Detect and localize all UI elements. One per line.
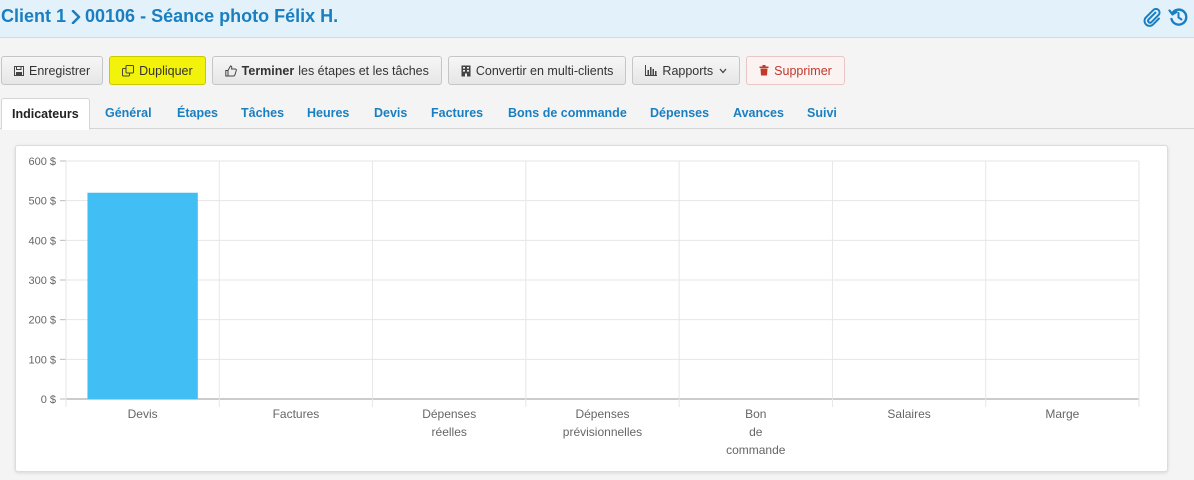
x-tick-label: Marge <box>1045 407 1079 421</box>
history-icon[interactable] <box>1168 6 1188 28</box>
thumbs-up-icon <box>224 64 237 77</box>
x-tick-label: Devis <box>128 407 158 421</box>
breadcrumb: Client 1 00106 - Séance photo Félix H. <box>1 6 338 27</box>
duplicate-label: Dupliquer <box>139 63 193 78</box>
tab-bons-de-commande[interactable]: Bons de commande <box>508 98 627 129</box>
save-label: Enregistrer <box>29 63 91 78</box>
tab-heures[interactable]: Heures <box>307 98 349 129</box>
save-button[interactable]: Enregistrer <box>1 56 104 85</box>
trash-icon <box>759 65 769 76</box>
y-tick-label: 600 $ <box>28 156 56 168</box>
tab-general[interactable]: Général <box>105 98 152 129</box>
tab-taches[interactable]: Tâches <box>241 98 284 129</box>
tab-indicateurs[interactable]: Indicateurs <box>1 98 90 130</box>
tab-avances[interactable]: Avances <box>733 98 784 129</box>
convert-label: Convertir en multi-clients <box>475 63 614 78</box>
tab-etapes[interactable]: Étapes <box>177 98 218 129</box>
indicators-panel: 0 $ 100 $ 200 $ 300 $ 400 $ 500 $ 600 $ Devis Fa… <box>15 145 1168 472</box>
building-icon <box>461 65 471 77</box>
chevron-right-icon <box>71 9 81 24</box>
x-tick-label: Dépenses <box>575 407 629 421</box>
x-tick-label: Salaires <box>887 407 930 421</box>
finish-label: les étapes et les tâches <box>298 63 429 78</box>
reports-dropdown-button[interactable]: Rapports <box>632 56 741 85</box>
tab-devis[interactable]: Devis <box>374 98 407 129</box>
bar-0 <box>87 192 198 399</box>
duplicate-button[interactable]: Dupliquer <box>109 56 206 85</box>
tab-depenses[interactable]: Dépenses <box>650 98 709 129</box>
tab-bar: Indicateurs Général Étapes Tâches Heures… <box>0 98 1194 130</box>
toolbar: Enregistrer Dupliquer Terminer les étape… <box>1 56 845 85</box>
y-tick-label: 300 $ <box>28 275 56 287</box>
x-tick-label: prévisionnelles <box>563 425 642 439</box>
y-tick-label: 500 $ <box>28 196 56 208</box>
finish-steps-tasks-button[interactable]: Terminer les étapes et les tâches <box>211 56 442 85</box>
save-icon <box>14 65 24 76</box>
duplicate-icon <box>122 64 135 77</box>
delete-label: Supprimer <box>774 63 832 78</box>
y-tick-label: 0 $ <box>41 394 56 406</box>
delete-button[interactable]: Supprimer <box>746 56 845 85</box>
x-tick-label: Factures <box>273 407 320 421</box>
tab-suivi[interactable]: Suivi <box>807 98 837 129</box>
paperclip-icon[interactable] <box>1142 6 1162 28</box>
x-tick-label: Bon <box>745 407 766 421</box>
bar-chart-icon <box>645 65 658 76</box>
x-tick-label: commande <box>726 443 786 457</box>
x-tick-label: de <box>749 425 763 439</box>
x-tick-label: Dépenses <box>422 407 476 421</box>
y-tick-label: 400 $ <box>28 235 56 247</box>
finish-label-bold: Terminer <box>241 63 295 78</box>
breadcrumb-parent[interactable]: Client 1 <box>1 6 66 27</box>
x-tick-label: réelles <box>432 425 467 439</box>
page-title: 00106 - Séance photo Félix H. <box>85 6 339 26</box>
y-tick-label: 200 $ <box>28 315 56 327</box>
y-tick-label: 100 $ <box>28 354 56 366</box>
reports-label: Rapports <box>662 63 714 78</box>
convert-multi-clients-button[interactable]: Convertir en multi-clients <box>447 56 627 85</box>
chevron-down-icon <box>719 66 727 76</box>
page-header: Client 1 00106 - Séance photo Félix H. <box>0 0 1194 38</box>
indicators-bar-chart: 0 $ 100 $ 200 $ 300 $ 400 $ 500 $ 600 $ Devis Fa… <box>28 156 1140 457</box>
tab-factures[interactable]: Factures <box>431 98 483 129</box>
